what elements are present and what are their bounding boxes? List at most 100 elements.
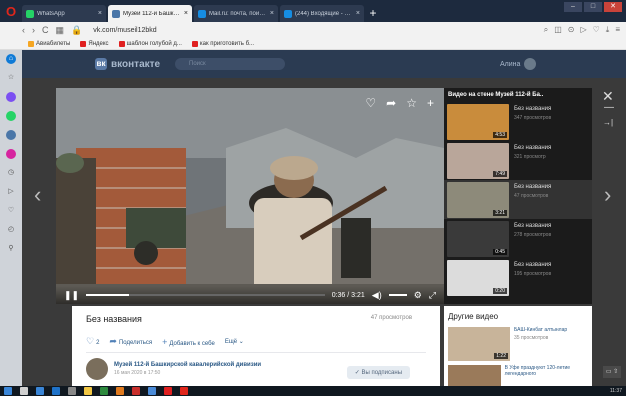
scroll-to-top-button[interactable]: ▭ ⇧ (603, 366, 621, 378)
star-icon[interactable]: ☆ (6, 73, 16, 83)
address-bar-actions: ⌕ ◫ ⊙ ▷ ♡ ⤓ ≡ (544, 25, 620, 35)
video-title: Без названия (514, 262, 552, 268)
other-videos-panel: Другие видео 1:22 БАШ-Кинбат алтынлар 35 … (444, 306, 592, 396)
search-icon[interactable]: ⌕ (544, 25, 548, 35)
video-title: Без названия (86, 314, 142, 324)
add-to-mine-button[interactable]: + Добавить к себе (162, 337, 215, 347)
minimize-button[interactable]: – (564, 2, 582, 12)
app-icon[interactable] (36, 387, 44, 395)
bookmark-item[interactable]: Яндекс (80, 40, 109, 47)
share-icon[interactable]: ➦ (386, 96, 396, 110)
tabs-grid-icon[interactable]: ▦ (56, 25, 65, 36)
video-owner: Музей 112-й Башкирской кавалерийской див… (86, 358, 261, 380)
next-video-arrow-icon[interactable]: › (604, 182, 611, 208)
clock-icon[interactable]: ◷ (6, 168, 16, 178)
close-tab-icon[interactable]: × (98, 10, 102, 17)
download-icon[interactable]: ⤓ (606, 25, 610, 35)
plus-icon[interactable]: + (427, 96, 434, 110)
menu-icon[interactable]: ≡ (615, 25, 620, 35)
vk-logo[interactable]: вк вконтакте (95, 58, 160, 70)
duration-badge: 0:45 (493, 249, 507, 255)
file-explorer-icon[interactable] (84, 387, 92, 395)
system-clock[interactable]: 11:37 (610, 388, 622, 394)
minimize-player-icon[interactable]: — (604, 102, 614, 113)
avatar[interactable] (86, 358, 108, 380)
subscribed-button[interactable]: ✓ Вы подписаны (346, 366, 410, 379)
playlist-item[interactable]: 7:49 Без названия 321 просмотр (444, 141, 592, 180)
close-tab-icon[interactable]: × (184, 10, 188, 17)
opera-logo-icon[interactable]: O (0, 0, 22, 22)
app-icon[interactable] (116, 387, 124, 395)
progress-fill (86, 294, 130, 296)
browser-tab-bar: O WhatsApp × Музей 112-й Башкирской × Ma… (0, 0, 626, 22)
close-tab-icon[interactable]: × (270, 10, 274, 17)
bookmark-item[interactable]: Авиабилеты (28, 40, 70, 47)
app-icon[interactable] (148, 387, 156, 395)
maximize-button[interactable]: □ (584, 2, 602, 12)
vpn-icon[interactable]: ⊙ (568, 25, 575, 35)
video-player[interactable]: ♡ ➦ ☆ + (56, 88, 444, 304)
pause-icon[interactable]: ❚❚ (64, 290, 79, 301)
app-icon[interactable] (20, 387, 28, 395)
back-icon[interactable]: ‹ (22, 25, 25, 35)
share-button[interactable]: ➦ Поделиться (109, 336, 152, 347)
video-views: 47 просмотров (370, 315, 412, 321)
video-playlist: Видео на стене Музей 112-й Ба.. 4:53 Без … (444, 88, 592, 304)
playlist-item[interactable]: 0:20 Без названия 195 просмотров (444, 258, 592, 297)
new-tab-button[interactable]: + (366, 6, 380, 20)
snapshot-icon[interactable]: ◫ (554, 25, 562, 35)
forward-icon[interactable]: › (32, 25, 35, 35)
playlist-item[interactable]: 3:21 Без названия 47 просмотров (444, 180, 592, 219)
yandex-icon[interactable] (164, 387, 172, 395)
time-display: 0:36 / 3:21 (331, 291, 365, 299)
play-icon[interactable]: ▷ (580, 25, 586, 35)
like-button[interactable]: ♡ 2 (86, 336, 99, 347)
fullscreen-icon[interactable]: ⤢ (429, 290, 436, 301)
duration-badge: 7:49 (493, 171, 507, 177)
settings-gear-icon[interactable]: ⚙ (414, 290, 422, 301)
close-tab-icon[interactable]: × (356, 10, 360, 17)
messenger-icon[interactable] (6, 92, 16, 102)
history-icon[interactable]: ◴ (6, 225, 16, 235)
tab-whatsapp[interactable]: WhatsApp × (22, 5, 106, 22)
opera-icon[interactable] (180, 387, 188, 395)
prev-video-arrow-icon[interactable]: ‹ (34, 182, 41, 208)
more-button[interactable]: Ещё ⌄ (225, 338, 244, 345)
heart-icon[interactable]: ♡ (593, 25, 600, 35)
vk-search-input[interactable]: Поиск (175, 58, 285, 70)
windows-start-icon[interactable] (4, 387, 12, 395)
whatsapp-icon[interactable] (6, 111, 16, 121)
app-icon[interactable] (100, 387, 108, 395)
location-icon[interactable]: ⚲ (6, 244, 16, 254)
playlist-item[interactable]: 0:45 Без названия 278 просмотров (444, 219, 592, 258)
playlist-item[interactable]: 4:53 Без названия 347 просмотров (444, 102, 592, 141)
tab-mail[interactable]: Mail.ru: почта, поиск в инт × (194, 5, 278, 22)
tab-vk-museum[interactable]: Музей 112-й Башкирской × (108, 5, 192, 22)
player-icon[interactable]: ▷ (6, 187, 16, 197)
edge-icon[interactable] (52, 387, 60, 395)
heart-icon[interactable]: ♡ (6, 206, 16, 216)
owner-name-link[interactable]: Музей 112-й Башкирской кавалерийской див… (114, 362, 261, 368)
post-date: 16 мая 2020 в 17:50 (114, 370, 161, 376)
close-window-button[interactable]: ✕ (604, 2, 622, 12)
vk-user-menu[interactable]: Алина (500, 58, 537, 70)
vk-icon[interactable] (6, 130, 16, 140)
list-item[interactable]: 1:22 БАШ-Кинбат алтынлар 35 просмотров (444, 325, 592, 363)
app-icon[interactable] (68, 387, 76, 395)
reload-icon[interactable]: C (42, 25, 49, 35)
plus-icon: + (162, 336, 168, 347)
volume-icon[interactable]: ◀︎) (372, 290, 382, 301)
progress-bar[interactable] (86, 294, 325, 296)
home-icon[interactable]: ⌂ (6, 54, 16, 64)
bookmark-item[interactable]: как приготовить б... (191, 40, 254, 47)
bookmark-item[interactable]: шаблон голубой д... (118, 40, 182, 47)
instagram-icon[interactable] (6, 149, 16, 159)
star-icon[interactable]: ☆ (406, 96, 417, 110)
tab-inbox[interactable]: (244) Входящие - Почта × (280, 5, 364, 22)
heart-icon[interactable]: ♡ (365, 96, 376, 110)
app-icon[interactable] (132, 387, 140, 395)
collapse-panel-icon[interactable]: →| (603, 118, 613, 127)
url-input[interactable]: vk.com/museil12bkd (93, 27, 156, 34)
volume-slider[interactable] (388, 294, 407, 296)
window-controls: – □ ✕ (564, 2, 622, 12)
